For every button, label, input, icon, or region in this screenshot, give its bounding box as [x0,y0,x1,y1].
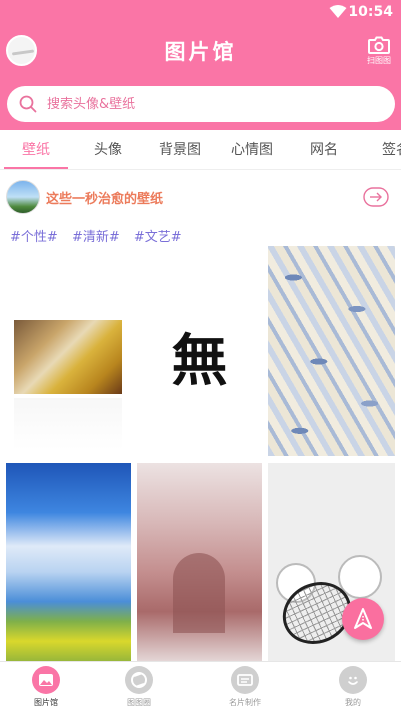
aperture-icon [131,672,147,688]
banner-thumbnail [6,180,40,214]
banner-title: 这些一秒治愈的壁纸 [46,192,164,207]
tab-signature[interactable]: 签名 [360,130,401,169]
nav-gallery[interactable]: 图片馆 [6,666,86,708]
image-icon [39,674,53,686]
tab-indicator [4,167,68,169]
top-bar: 10:54 图片馆 扫图图 [0,0,401,130]
nav-icon-wrap [125,666,153,694]
category-tabs: 壁纸 头像 背景图 心情图 网名 签名 [0,130,401,170]
card-icon [237,674,253,686]
wifi-icon [329,5,347,18]
tab-avatar[interactable]: 头像 [72,130,144,169]
featured-banner[interactable]: 这些一秒治愈的壁纸 [0,175,401,219]
nav-label: 图片馆 [34,698,58,707]
wallpaper-image [14,320,122,394]
tag-item[interactable]: #清新# [72,230,120,245]
search-icon [19,95,37,113]
nav-circle-feed[interactable]: 图图圈 [99,666,179,708]
status-time: 10:54 [348,4,393,20]
camera-icon [368,36,390,54]
scan-camera-button[interactable]: 扫图图 [365,36,393,66]
wallpaper-item[interactable]: 無 [137,246,262,456]
search-bar[interactable] [7,86,395,122]
tag-item[interactable]: #个性# [10,230,58,245]
scan-label: 扫图图 [367,56,391,65]
tab-mood[interactable]: 心情图 [216,130,288,169]
wallpaper-item[interactable] [137,463,262,661]
nav-label: 名片制作 [229,698,261,707]
nav-icon-wrap [231,666,259,694]
nav-profile[interactable]: 我的 [313,666,393,708]
calligraphy-image: 無 [171,328,228,394]
wallpaper-reflection [14,398,122,450]
wallpaper-grid: 無 [0,246,401,661]
search-input[interactable] [47,86,377,122]
nav-card-maker[interactable]: 名片制作 [205,666,285,708]
wallpaper-item[interactable] [268,246,395,456]
arrow-right-icon[interactable] [363,187,389,207]
app-title: 图片馆 [164,40,237,64]
nav-label: 我的 [345,698,361,707]
upload-fab-button[interactable] [342,598,384,640]
tab-wallpaper[interactable]: 壁纸 [0,130,72,169]
wallpaper-item[interactable] [6,463,131,661]
tab-background[interactable]: 背景图 [144,130,216,169]
nav-label: 图图圈 [127,698,151,707]
tab-nickname[interactable]: 网名 [288,130,360,169]
status-bar: 10:54 [0,0,401,26]
nav-icon-wrap [32,666,60,694]
bottom-navigation: 图片馆 图图圈 名片制作 我的 [0,661,401,710]
nav-icon-wrap [339,666,367,694]
smile-icon [348,676,358,685]
tag-list: #个性# #清新# #文艺# [10,226,192,245]
send-icon [354,608,372,629]
tag-item[interactable]: #文艺# [134,230,182,245]
wallpaper-image [173,553,225,633]
wallpaper-item[interactable] [6,246,131,456]
